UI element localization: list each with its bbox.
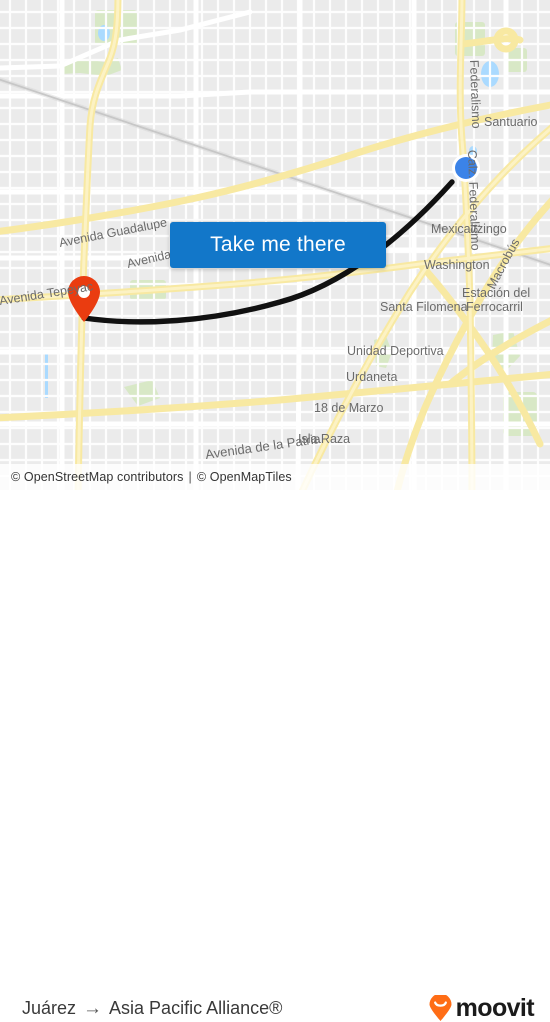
card-footer: Juárez → Asia Pacific Alliance® moovit [0,490,550,1021]
moovit-pin-icon [429,995,452,1021]
route-summary: Juárez → Asia Pacific Alliance® [22,998,282,1020]
map-label: Santuario [484,115,538,129]
map-attribution: © OpenStreetMap contributors | © OpenMap… [0,464,550,490]
map-label: Mexicaltzingo [431,222,507,236]
take-me-there-button[interactable]: Take me there [170,222,386,268]
attribution-osm[interactable]: © OpenStreetMap contributors [11,470,184,484]
map-label: Ferrocarril [466,300,523,314]
moovit-wordmark: moovit [455,994,535,1022]
map-label: Washington [424,258,490,272]
map-label: Santa Filomena [380,300,468,314]
map-label: Unidad Deportiva [347,344,444,358]
attribution-openmaptiles[interactable]: © OpenMapTiles [197,470,292,484]
map-label: Urdaneta [346,370,397,384]
route-arrow-icon: → [83,998,103,1019]
map-label: Federalismo [467,60,483,129]
route-origin-name: Juárez [22,998,77,1018]
map-label: 18 de Marzo [314,401,384,415]
moovit-route-card: Federalismo Calz. Federalismo Santuario Ave… [0,0,550,1021]
route-destination-name: Asia Pacific Alliance® [109,998,283,1018]
map-label: Estación del [462,286,530,300]
attribution-separator: | [188,470,192,484]
moovit-logo[interactable]: moovit [428,994,535,1022]
take-me-there-label: Take me there [210,233,346,256]
map-canvas[interactable]: Federalismo Calz. Federalismo Santuario Ave… [0,0,550,490]
